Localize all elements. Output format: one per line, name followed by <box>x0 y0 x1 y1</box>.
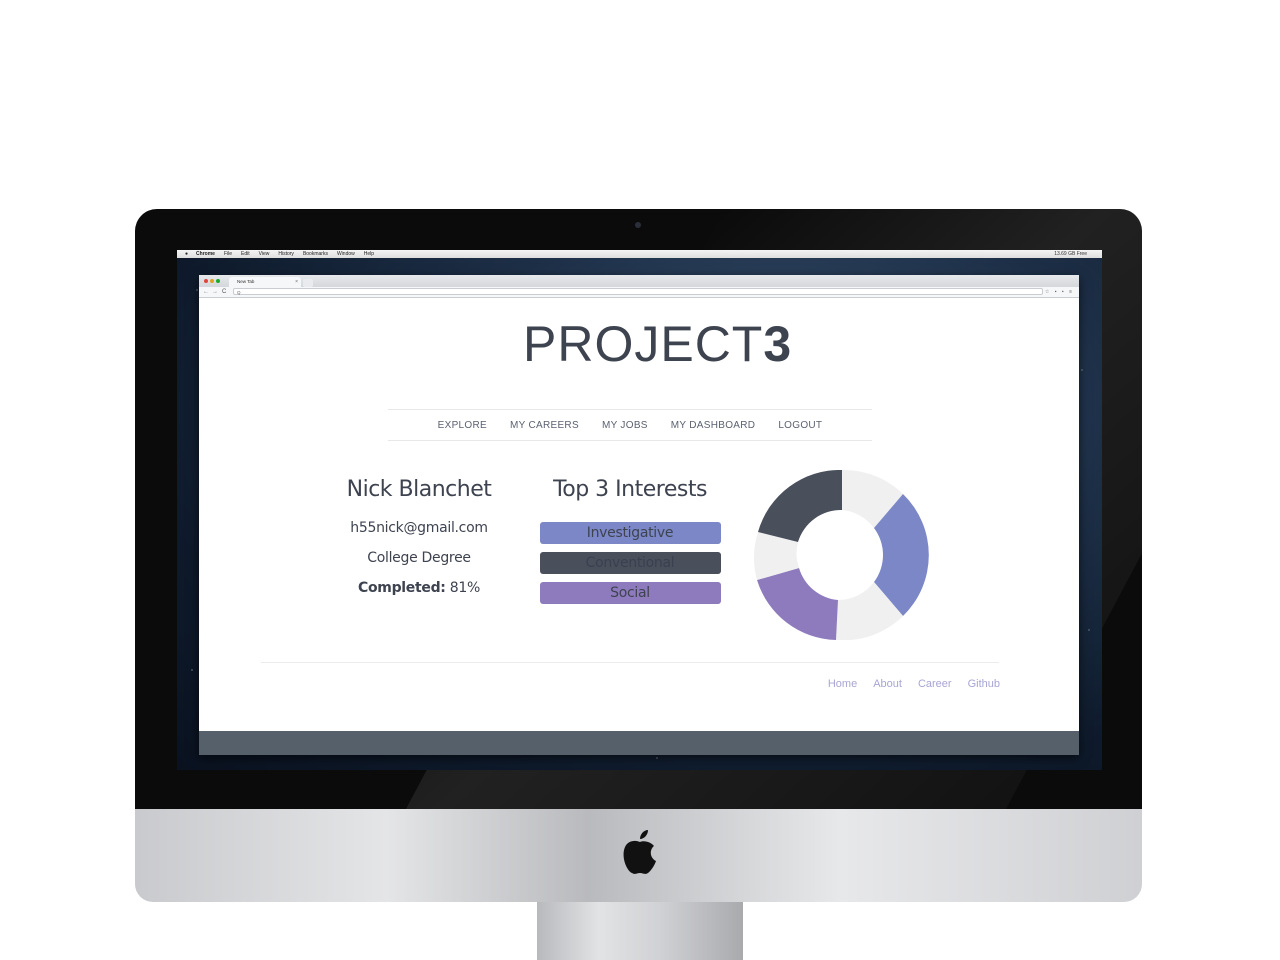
site-logo[interactable]: PROJECT3 <box>523 318 792 370</box>
menubar-help[interactable]: Help <box>364 250 374 258</box>
footer-link-about[interactable]: About <box>873 678 902 690</box>
completed-label: Completed: <box>358 580 446 596</box>
desktop-screen: ● Chrome File Edit View History Bookmark… <box>177 250 1102 770</box>
new-tab-button[interactable] <box>303 279 313 287</box>
camera-dot <box>635 222 641 228</box>
profile-panel: Nick Blanchet h55nick@gmail.com College … <box>329 476 509 598</box>
imac-stand <box>537 902 743 960</box>
profile-education: College Degree <box>367 550 471 566</box>
nav-logout[interactable]: LOGOUT <box>778 420 822 431</box>
completed-value: 81% <box>449 580 481 596</box>
nav-my-jobs[interactable]: MY JOBS <box>602 420 648 431</box>
footer-links: Home About Career Github <box>828 678 1000 690</box>
reload-icon[interactable]: C <box>222 287 226 297</box>
menubar-window[interactable]: Window <box>337 250 355 258</box>
browser-toolbar: ← → C Q ☆ ▪ ▪ ≡ <box>199 287 1079 298</box>
menubar-bookmarks[interactable]: Bookmarks <box>303 250 328 258</box>
mac-menubar: ● Chrome File Edit View History Bookmark… <box>177 250 1102 258</box>
menubar-file[interactable]: File <box>224 250 232 258</box>
forward-arrow-icon[interactable]: → <box>212 287 218 297</box>
logo-text: PROJECT <box>523 316 764 372</box>
apple-logo-icon <box>623 830 656 874</box>
menubar-edit[interactable]: Edit <box>241 250 250 258</box>
minimize-window-button[interactable] <box>210 279 214 283</box>
footer-divider <box>261 662 999 663</box>
browser-bottom-strip <box>199 731 1079 755</box>
tab-close-icon[interactable]: × <box>295 277 298 287</box>
nav-my-careers[interactable]: MY CAREERS <box>510 420 579 431</box>
page-viewport: PROJECT3 EXPLORE MY CAREERS MY JOBS MY D… <box>199 298 1079 731</box>
zoom-window-button[interactable] <box>216 279 220 283</box>
interests-donut-chart <box>754 470 929 640</box>
profile-completion: Completed: 81% <box>329 578 509 598</box>
profile-name: Nick Blanchet <box>346 477 492 502</box>
browser-tab-strip: New Tab × <box>199 275 1079 287</box>
main-nav: EXPLORE MY CAREERS MY JOBS MY DASHBOARD … <box>388 410 872 440</box>
nav-my-dashboard[interactable]: MY DASHBOARD <box>671 420 756 431</box>
profile-email: h55nick@gmail.com <box>350 520 488 536</box>
apple-menu-icon[interactable]: ● <box>185 250 188 258</box>
nav-explore[interactable]: EXPLORE <box>438 420 487 431</box>
menubar-status: 13.69 GB Free <box>1054 250 1096 258</box>
interest-bar-conventional: Conventional <box>539 552 721 574</box>
browser-window: New Tab × ← → C Q ☆ ▪ ▪ ≡ PROJECT3 EXPLO… <box>199 275 1079 755</box>
donut-segment-social <box>757 568 838 640</box>
browser-tab[interactable]: New Tab × <box>229 277 301 287</box>
footer-link-career[interactable]: Career <box>918 678 952 690</box>
menubar-app-name[interactable]: Chrome <box>196 250 215 258</box>
menubar-view[interactable]: View <box>259 250 270 258</box>
toolbar-extension-icons[interactable]: ☆ ▪ ▪ ≡ <box>1045 287 1074 297</box>
interests-panel: Top 3 Interests Investigative Convention… <box>539 476 721 604</box>
footer-link-home[interactable]: Home <box>828 678 857 690</box>
interest-bar-investigative: Investigative <box>539 522 721 544</box>
tab-title: New Tab <box>237 279 255 284</box>
interest-bar-social: Social <box>539 582 721 604</box>
nav-bottom-divider <box>388 440 872 441</box>
close-window-button[interactable] <box>204 279 208 283</box>
back-arrow-icon[interactable]: ← <box>203 287 209 297</box>
menubar-history[interactable]: History <box>278 250 294 258</box>
footer-link-github[interactable]: Github <box>968 678 1000 690</box>
disk-free-status: 13.69 GB Free <box>1054 251 1087 257</box>
address-bar[interactable]: Q <box>233 288 1043 295</box>
donut-segment-conventional <box>758 470 842 542</box>
interests-title: Top 3 Interests <box>553 477 707 502</box>
search-icon: Q <box>237 290 241 295</box>
logo-number: 3 <box>763 316 793 372</box>
